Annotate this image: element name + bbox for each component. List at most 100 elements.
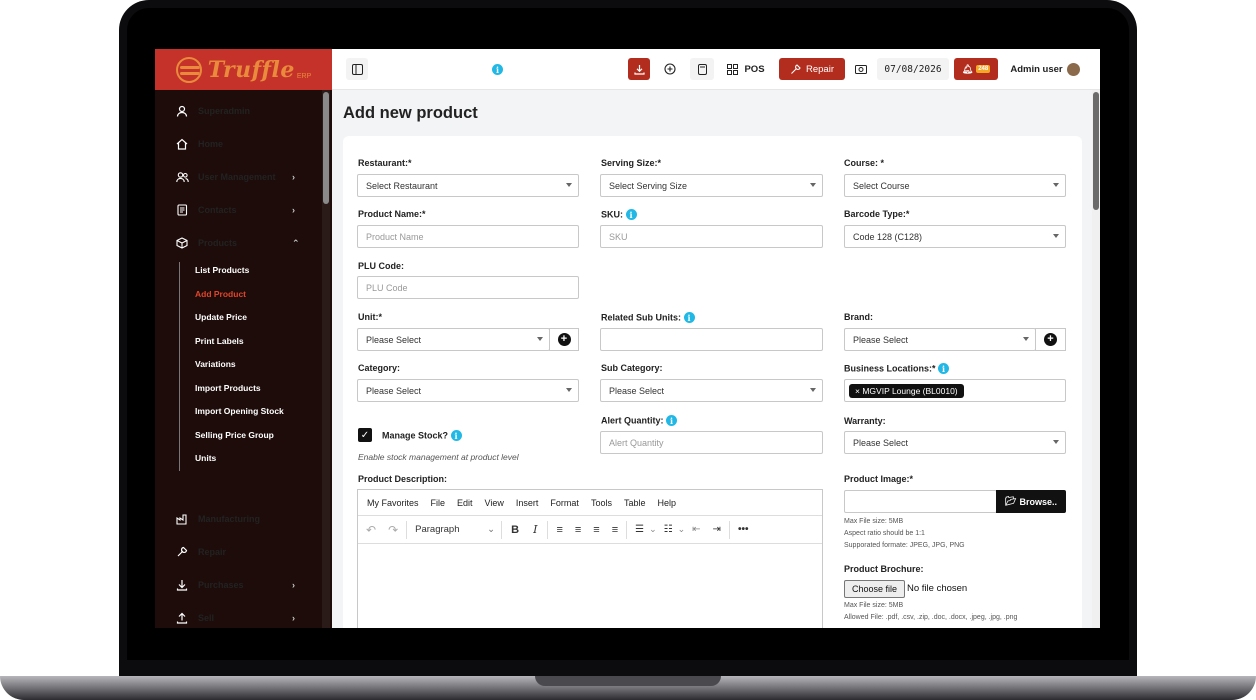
editor-content-area[interactable] [358,544,822,628]
caret-down-icon [1053,234,1059,238]
align-right-icon[interactable]: ≡ [593,524,599,536]
info-icon[interactable]: i [938,363,950,374]
download-icon [175,578,189,592]
info-icon[interactable]: i [625,209,637,220]
sidebar-subitem-selling-price-group[interactable]: Selling Price Group [195,430,274,440]
unit-select[interactable]: Please Select [357,328,550,351]
brand-select[interactable]: Please Select [844,328,1036,351]
info-icon[interactable]: i [492,64,503,75]
warranty-select[interactable]: Please Select [844,431,1066,454]
product-name-label: Product Name:* [358,209,426,219]
info-icon[interactable]: i [666,415,678,426]
bullet-list-icon[interactable]: ☰ [635,524,644,535]
business-locations-select[interactable]: × MGVIP Lounge (BL0010) [844,379,1066,402]
sidebar-item-purchases[interactable]: Purchases › [155,573,322,597]
plu-code-input[interactable]: PLU Code [357,276,579,299]
serving-size-value: Select Serving Size [609,180,688,191]
info-icon[interactable]: i [683,312,695,323]
align-center-icon[interactable]: ≡ [575,524,581,536]
italic-icon[interactable]: I [533,523,537,536]
outdent-icon[interactable]: ⇤ [692,524,700,535]
sidebar-item-superadmin[interactable]: Superadmin [155,99,322,123]
add-button[interactable] [658,58,682,80]
sidebar-subitem-import-opening-stock[interactable]: Import Opening Stock [195,406,284,416]
sub-category-select[interactable]: Please Select [600,379,823,402]
sidebar-subitem-update-price[interactable]: Update Price [195,312,247,322]
restaurant-label: Restaurant:* [358,158,412,168]
unit-value: Please Select [366,334,422,345]
sidebar-item-home[interactable]: Home [155,132,322,156]
editor-menu-file[interactable]: File [431,498,446,508]
barcode-type-label: Barcode Type:* [844,209,910,219]
chevron-down-icon[interactable]: ⌄ [678,524,686,535]
sku-input[interactable]: SKU [600,225,823,248]
user-menu[interactable]: Admin user [1003,58,1087,80]
redo-icon[interactable]: ↷ [388,523,398,537]
restaurant-value: Select Restaurant [366,180,438,191]
related-sub-units-input[interactable] [600,328,823,351]
pos-label: POS [744,63,765,75]
bold-icon[interactable]: B [511,524,519,536]
undo-icon[interactable]: ↶ [366,523,376,537]
app-screen: Truffle ERP Superadmin Home User Managem… [155,49,1100,628]
editor-menu-view[interactable]: View [485,498,504,508]
product-image-input[interactable] [844,490,997,513]
numbered-list-icon[interactable]: ☷ [664,524,673,535]
choose-file-button[interactable]: Choose file [844,580,905,598]
product-name-input[interactable]: Product Name [357,225,579,248]
serving-size-select[interactable]: Select Serving Size [600,174,823,197]
sidebar-subitem-import-products[interactable]: Import Products [195,383,261,393]
location-tag[interactable]: × MGVIP Lounge (BL0010) [849,383,964,398]
manage-stock-checkbox[interactable]: ✓ [358,428,372,442]
editor-menu-tools[interactable]: Tools [591,498,612,508]
editor-menu-insert[interactable]: Insert [516,498,539,508]
browse-label: Browse.. [1019,496,1057,507]
sidebar-item-repair[interactable]: Repair [155,540,322,564]
barcode-type-select[interactable]: Code 128 (C128) [844,225,1066,248]
sidebar-subitem-variations[interactable]: Variations [195,359,236,369]
sidebar-item-sell[interactable]: Sell › [155,606,322,628]
product-brochure-label: Product Brochure: [844,564,924,574]
editor-menu-edit[interactable]: Edit [457,498,473,508]
camera-button[interactable] [850,58,872,80]
indent-icon[interactable]: ⇥ [713,524,721,535]
logo[interactable]: Truffle ERP [155,49,332,90]
sidebar-item-contacts[interactable]: Contacts › [155,198,322,222]
add-unit-button[interactable]: + [549,328,579,351]
toolbar-divider [626,520,628,539]
editor-menu-favorites[interactable]: My Favorites [367,498,419,508]
download-button[interactable] [628,58,650,80]
calculator-button[interactable] [690,58,714,80]
sidebar-subitem-add-product[interactable]: Add Product [195,289,246,299]
align-justify-icon[interactable]: ≡ [612,524,618,536]
chevron-down-icon[interactable]: ⌄ [649,524,657,535]
sidebar-item-user-management[interactable]: User Management › [155,165,322,189]
info-icon[interactable]: i [450,430,462,441]
block-format-select[interactable]: Paragraph ⌄ [415,524,495,535]
sidebar-subitem-list-products[interactable]: List Products [195,265,249,275]
alert-quantity-input[interactable]: Alert Quantity [600,431,823,454]
sidebar-toggle-button[interactable] [346,58,368,80]
repair-button[interactable]: Repair [779,58,845,80]
sidebar-item-manufacturing[interactable]: Manufacturing [155,507,322,531]
calculator-icon [697,63,707,75]
editor-menu-table[interactable]: Table [624,498,646,508]
sidebar-item-products[interactable]: Products ⌃ [155,231,322,255]
notifications-button[interactable]: 🔔︎ 248 [954,58,998,80]
remove-tag-icon[interactable]: × [855,386,860,396]
editor-menu-format[interactable]: Format [550,498,579,508]
related-sub-units-label: Related Sub Units: i [601,312,695,323]
sidebar-subitem-print-labels[interactable]: Print Labels [195,336,244,346]
category-select[interactable]: Please Select [357,379,579,402]
pos-button[interactable]: POS [722,58,770,80]
sidebar-subitem-units[interactable]: Units [195,453,216,463]
more-icon[interactable]: ••• [738,524,749,535]
sidebar-scroll-thumb[interactable] [323,92,329,204]
align-left-icon[interactable]: ≡ [556,524,562,536]
main-scroll-thumb[interactable] [1093,92,1099,210]
add-brand-button[interactable]: + [1035,328,1066,351]
course-select[interactable]: Select Course [844,174,1066,197]
editor-menu-help[interactable]: Help [657,498,676,508]
restaurant-select[interactable]: Select Restaurant [357,174,579,197]
browse-button[interactable]: 📂︎ Browse.. [996,490,1066,513]
